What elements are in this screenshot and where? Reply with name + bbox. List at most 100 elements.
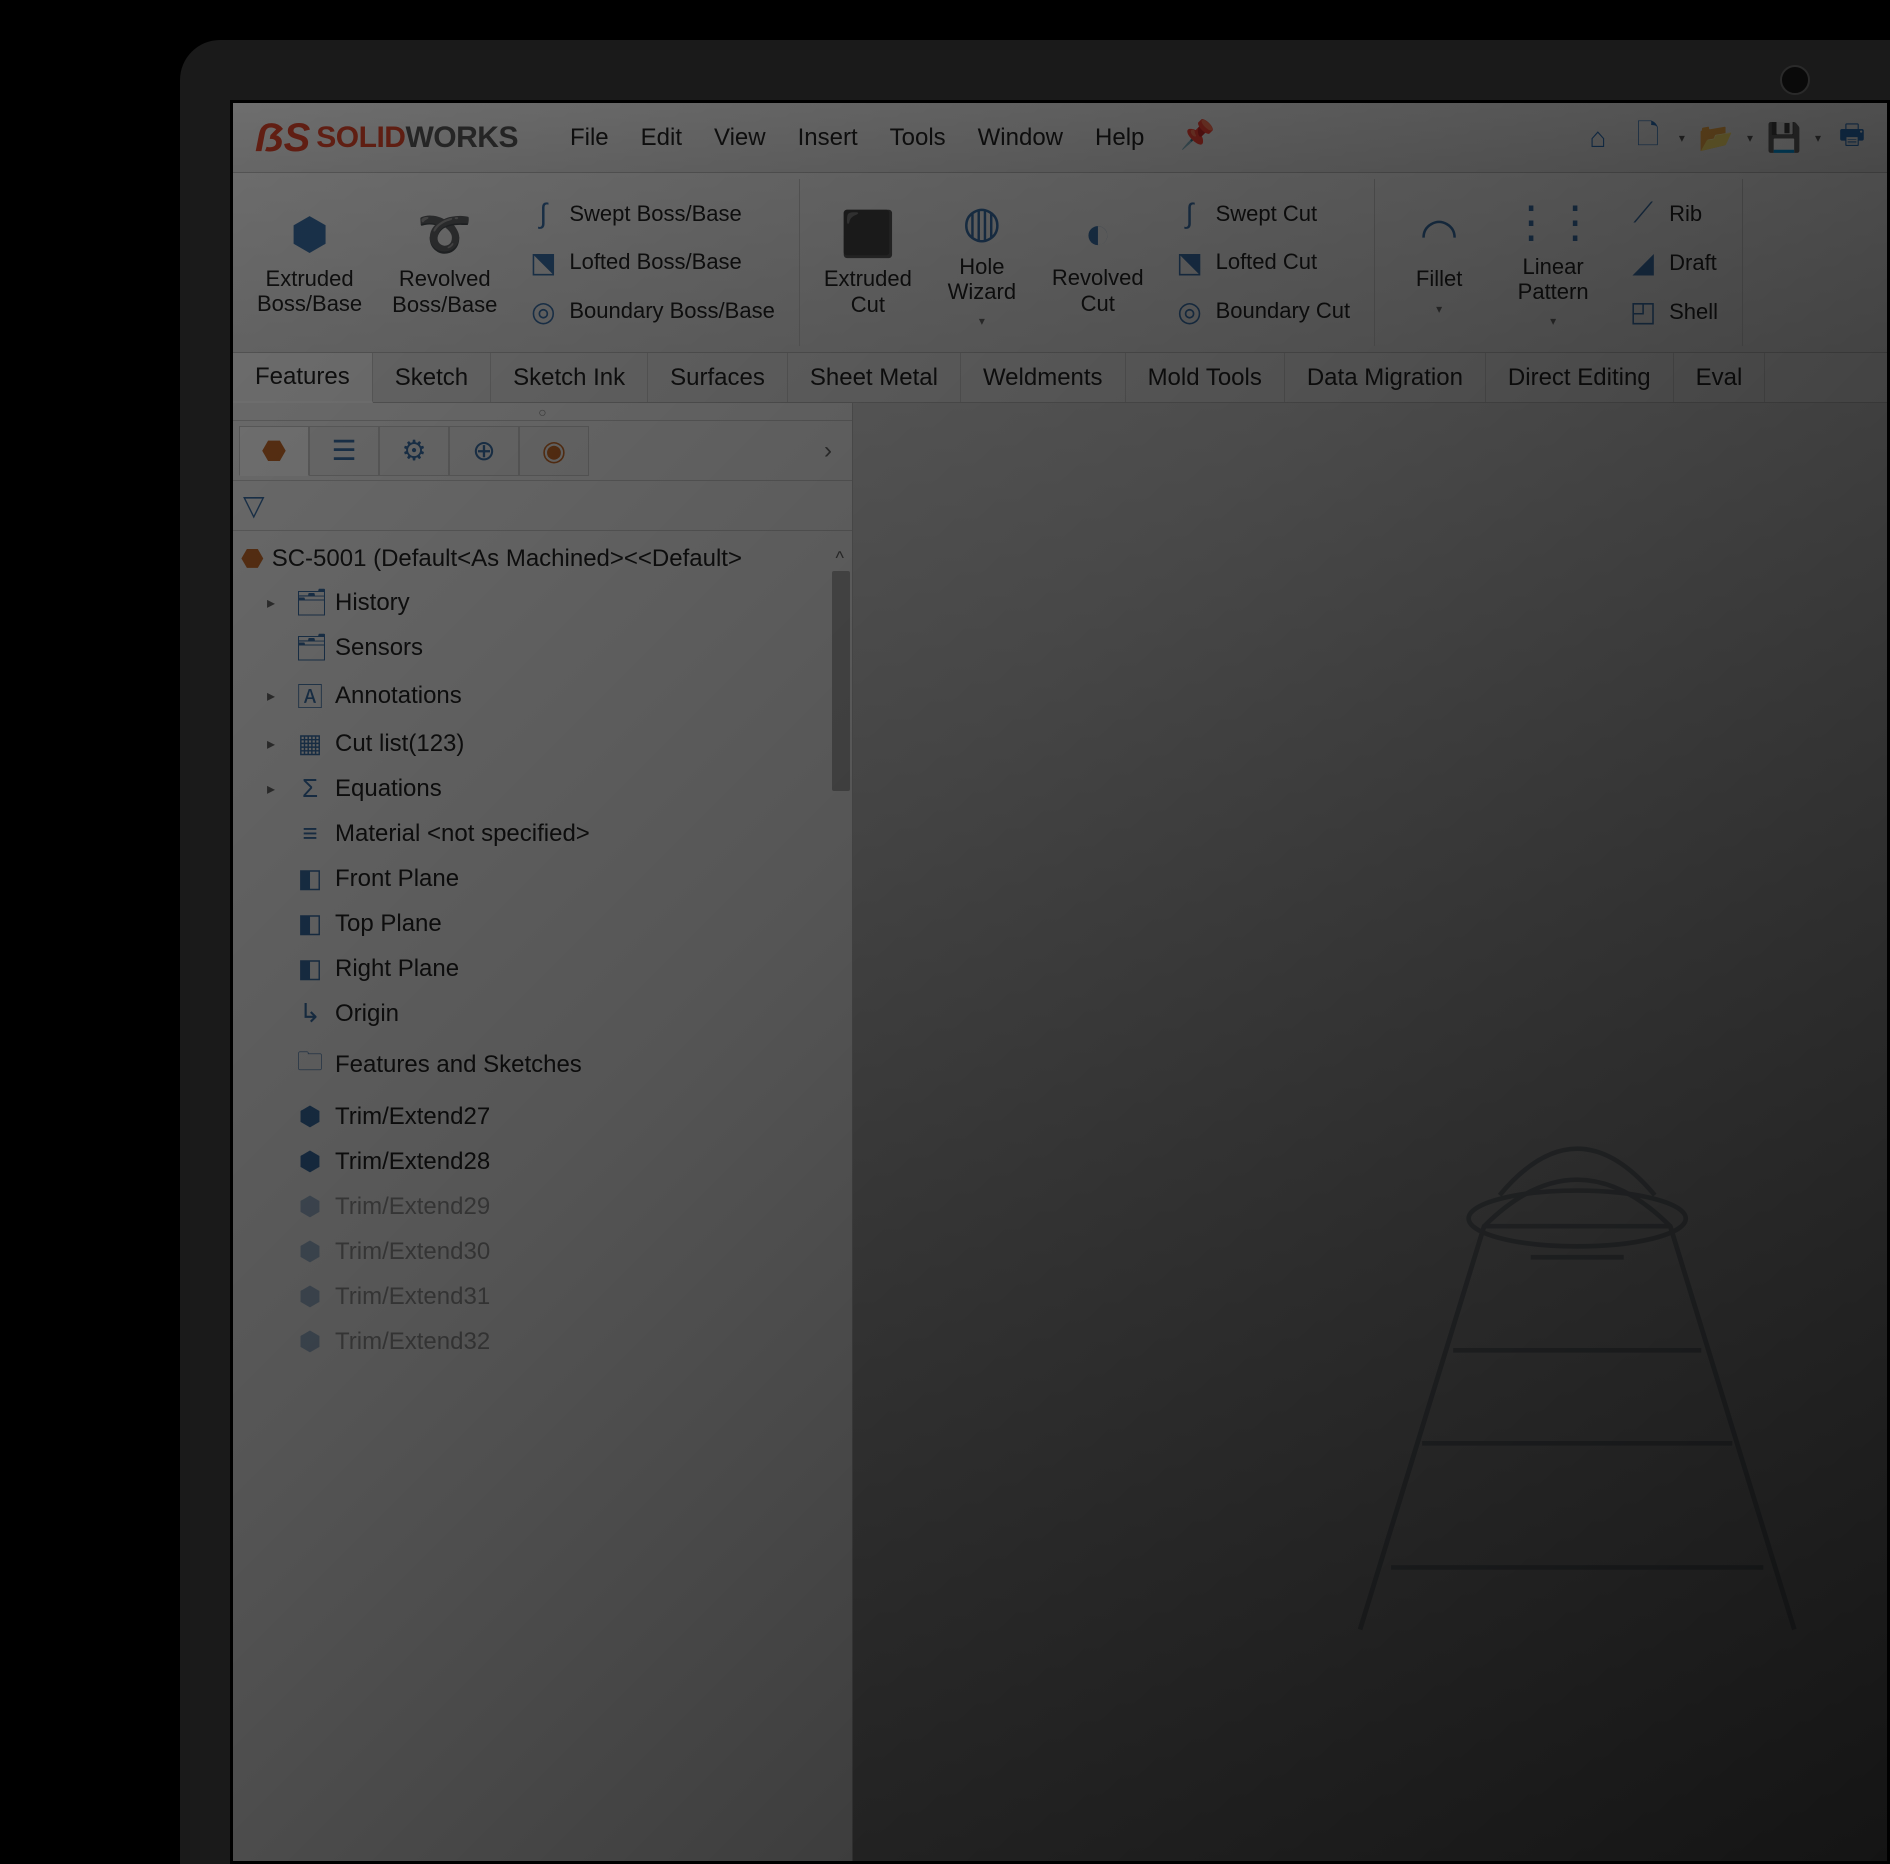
swept-cut-button[interactable]: ∫Swept Cut (1164, 192, 1361, 236)
pin-icon[interactable]: 📌 (1162, 118, 1233, 158)
hole-wizard-button[interactable]: ◍ Hole Wizard ▾ (932, 189, 1032, 337)
tab-sketch-ink[interactable]: Sketch Ink (491, 353, 648, 402)
lofted-cut-button[interactable]: ⬔Lofted Cut (1164, 240, 1361, 285)
tree-item[interactable]: ↳Origin (237, 991, 848, 1036)
dropdown-icon[interactable]: ▾ (1811, 131, 1825, 145)
panel-handle[interactable]: ○ (233, 403, 852, 421)
expander-icon[interactable]: ▸ (267, 686, 285, 706)
menu-tools[interactable]: Tools (876, 118, 960, 158)
menu-view[interactable]: View (700, 118, 780, 158)
tab-surfaces[interactable]: Surfaces (648, 353, 788, 402)
tree-node-icon: ⬢ (295, 1101, 325, 1132)
tree-item[interactable]: ⬢Trim/Extend32 (237, 1319, 848, 1364)
graphics-viewport[interactable] (853, 403, 1887, 1861)
boundary-icon: ◎ (527, 295, 559, 328)
tree-node-label: Cut list(123) (335, 730, 464, 758)
menu-edit[interactable]: Edit (627, 118, 696, 158)
tab-direct-editing[interactable]: Direct Editing (1486, 353, 1674, 402)
feature-tree[interactable]: ⬣ SC-5001 (Default<As Machined><<Default… (233, 531, 852, 1861)
tree-root-node[interactable]: ⬣ SC-5001 (Default<As Machined><<Default… (237, 537, 848, 580)
tree-node-icon: ⬢ (295, 1236, 325, 1267)
feature-manager-panel: ○ ⬣ ☰ ⚙ ⊕ ◉ › ▽ ⬣ SC-5001 (Default<As (233, 403, 853, 1861)
tree-item[interactable]: ▸🗂History (237, 580, 848, 625)
home-button[interactable]: ⌂ (1575, 115, 1621, 161)
dimxpert-tab[interactable]: ⊕ (449, 426, 519, 476)
tree-item[interactable]: ⬢Trim/Extend28 (237, 1139, 848, 1184)
tree-node-label: Top Plane (335, 910, 442, 938)
save-button[interactable]: 💾 (1761, 115, 1807, 161)
menu-help[interactable]: Help (1081, 118, 1158, 158)
tree-item[interactable]: ◧Right Plane (237, 946, 848, 991)
menu-window[interactable]: Window (964, 118, 1077, 158)
filter-icon[interactable]: ▽ (243, 489, 265, 522)
tree-item[interactable]: ◧Front Plane (237, 856, 848, 901)
tree-item[interactable]: 🗂Sensors (237, 625, 848, 670)
tab-sketch[interactable]: Sketch (373, 353, 491, 402)
draft-icon: ◢ (1627, 246, 1659, 279)
tree-item[interactable]: ≡Material <not specified> (237, 811, 848, 856)
expander-icon[interactable]: ▸ (267, 779, 285, 799)
expander-icon[interactable]: ▸ (267, 734, 285, 754)
display-manager-tab[interactable]: ◉ (519, 426, 589, 476)
shell-button[interactable]: ◰Shell (1617, 289, 1728, 334)
extruded-cut-button[interactable]: ⬛ Extruded Cut (814, 200, 922, 325)
tree-item[interactable]: ⬢Trim/Extend29 (237, 1184, 848, 1229)
tree-node-icon: ≡ (295, 818, 325, 849)
tree-item[interactable]: ▸ΣEquations (237, 766, 848, 811)
revolved-boss-button[interactable]: ➰ Revolved Boss/Base (382, 200, 507, 325)
tree-node-icon: 🗂 (295, 587, 325, 618)
dropdown-icon[interactable]: ▾ (979, 314, 985, 328)
dropdown-icon[interactable]: ▾ (1675, 131, 1689, 145)
tree-node-label: Trim/Extend27 (335, 1103, 490, 1131)
extruded-boss-button[interactable]: ⬢ Extruded Boss/Base (247, 201, 372, 325)
expand-panel-icon[interactable]: › (810, 437, 846, 465)
swept-icon: ∫ (527, 198, 559, 230)
scrollbar[interactable] (832, 571, 850, 791)
model-preview (1267, 840, 1887, 1861)
tab-weldments[interactable]: Weldments (961, 353, 1126, 402)
tree-node-icon: ⬢ (295, 1281, 325, 1312)
tree-item[interactable]: ▸🄰Annotations (237, 670, 848, 721)
tree-item[interactable]: ⬢Trim/Extend30 (237, 1229, 848, 1274)
panel-tabs: ⬣ ☰ ⚙ ⊕ ◉ › (233, 421, 852, 481)
draft-button[interactable]: ◢Draft (1617, 240, 1728, 285)
expander-icon[interactable]: ▸ (267, 593, 285, 613)
tree-filter-row: ▽ (233, 481, 852, 531)
revolved-cut-button[interactable]: ◐ Revolved Cut (1042, 201, 1154, 324)
tree-node-label: Equations (335, 775, 442, 803)
collapse-icon[interactable]: ^ (836, 548, 844, 569)
main-menu: File Edit View Insert Tools Window Help … (556, 118, 1233, 158)
config-manager-tab[interactable]: ⚙ (379, 426, 449, 476)
tree-item[interactable]: ⬢ Trim/Extend27 (237, 1094, 848, 1139)
tab-features[interactable]: Features (233, 353, 373, 403)
dropdown-icon[interactable]: ▾ (1436, 302, 1442, 316)
lofted-boss-button[interactable]: ⬔Lofted Boss/Base (517, 240, 784, 285)
tree-item[interactable]: ⬢Trim/Extend31 (237, 1274, 848, 1319)
tab-data-migration[interactable]: Data Migration (1285, 353, 1486, 402)
tab-mold-tools[interactable]: Mold Tools (1126, 353, 1285, 402)
new-button[interactable]: 🗋 (1625, 115, 1671, 161)
tree-item[interactable]: ▸▦Cut list(123) (237, 721, 848, 766)
tree-node-label: Annotations (335, 682, 462, 710)
fillet-button[interactable]: ◠ Fillet ▾ (1389, 201, 1489, 323)
dropdown-icon[interactable]: ▾ (1550, 314, 1556, 328)
tree-node-label: Front Plane (335, 865, 459, 893)
rib-button[interactable]: ⟋Rib (1617, 191, 1728, 236)
print-button[interactable]: 🖶 (1829, 115, 1875, 161)
lofted-cut-icon: ⬔ (1174, 246, 1206, 279)
swept-boss-button[interactable]: ∫Swept Boss/Base (517, 192, 784, 236)
dropdown-icon[interactable]: ▾ (1743, 131, 1757, 145)
tree-item[interactable]: ◧Top Plane (237, 901, 848, 946)
menu-file[interactable]: File (556, 118, 623, 158)
tab-sheet-metal[interactable]: Sheet Metal (788, 353, 961, 402)
boundary-boss-button[interactable]: ◎Boundary Boss/Base (517, 289, 784, 334)
extruded-boss-icon: ⬢ (290, 209, 328, 260)
linear-pattern-button[interactable]: ⋮⋮ Linear Pattern ▾ (1499, 189, 1607, 337)
boundary-cut-button[interactable]: ◎Boundary Cut (1164, 289, 1361, 334)
feature-manager-tab[interactable]: ⬣ (239, 426, 309, 476)
menu-insert[interactable]: Insert (784, 118, 872, 158)
open-button[interactable]: 📂 (1693, 115, 1739, 161)
property-manager-tab[interactable]: ☰ (309, 426, 379, 476)
tree-item[interactable]: 🗀Features and Sketches (237, 1036, 848, 1094)
tab-evaluate[interactable]: Eval (1674, 353, 1766, 402)
